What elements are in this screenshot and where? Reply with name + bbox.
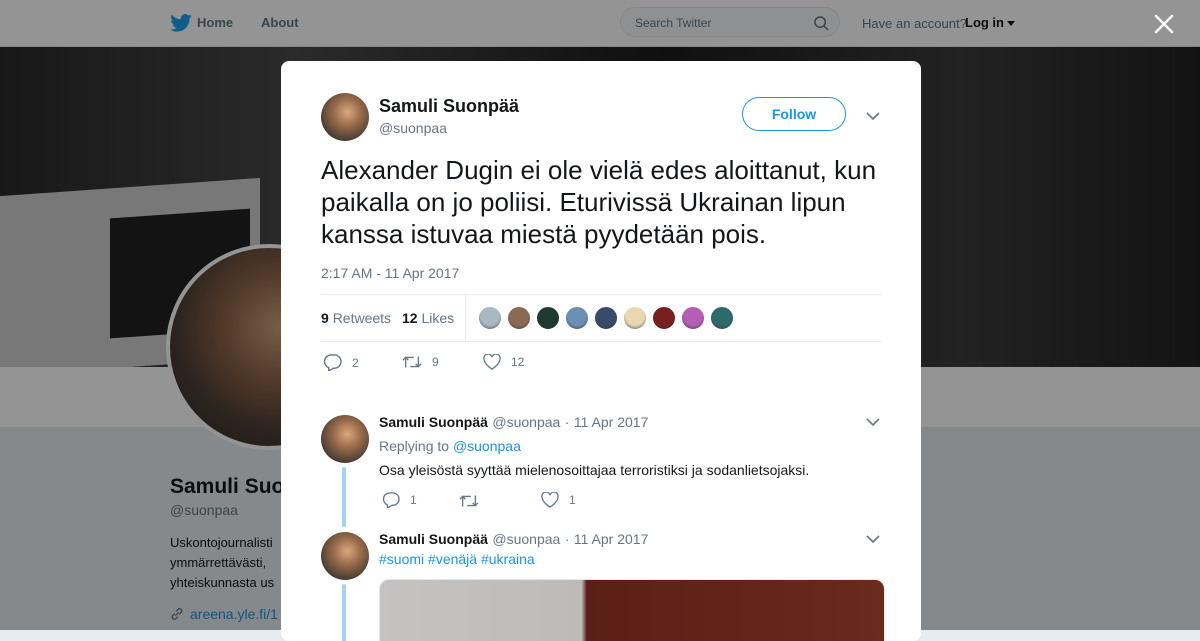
hashtag-link[interactable]: #suomi [379, 551, 424, 567]
reply-date[interactable]: 11 Apr 2017 [574, 531, 648, 547]
retweet-icon [459, 495, 479, 507]
replying-to-label: Replying to [379, 438, 450, 454]
liker-avatar[interactable] [565, 306, 589, 330]
reply-author-handle[interactable]: @suonpaa [492, 414, 560, 430]
liker-avatar[interactable] [507, 306, 531, 330]
tweet-media-image[interactable] [379, 579, 885, 641]
liker-avatar[interactable] [536, 306, 560, 330]
likes-stat[interactable]: 12 Likes [402, 310, 454, 326]
thread-line [342, 467, 346, 527]
reply-count: 2 [352, 355, 359, 370]
reply-action[interactable]: 1 [382, 492, 417, 508]
liker-avatar[interactable] [594, 306, 618, 330]
reply-author-name[interactable]: Samuli Suonpää [379, 414, 488, 430]
reply-icon [323, 354, 342, 371]
replying-to-link[interactable]: @suonpaa [453, 438, 521, 454]
reply-header: Samuli Suonpää @suonpaa · 11 Apr 2017 [379, 414, 649, 430]
reply-author-handle[interactable]: @suonpaa [492, 531, 560, 547]
tweet-text: Alexander Dugin ei ole vielä edes aloitt… [321, 155, 877, 249]
reply-count: 1 [410, 493, 417, 507]
retweet-count: 9 [432, 355, 439, 369]
follow-button[interactable]: Follow [742, 97, 846, 131]
author-name[interactable]: Samuli Suonpää [379, 96, 519, 117]
hashtag-link[interactable]: #ukraina [481, 551, 535, 567]
reply-author-name[interactable]: Samuli Suonpää [379, 531, 488, 547]
chevron-down-icon[interactable] [866, 111, 880, 121]
reply-header: Samuli Suonpää @suonpaa · 11 Apr 2017 [379, 531, 649, 547]
chevron-down-icon[interactable] [866, 534, 880, 544]
liker-avatar[interactable] [710, 306, 734, 330]
like-count: 1 [569, 493, 576, 507]
heart-icon [483, 354, 501, 370]
divider [321, 341, 881, 342]
author-avatar[interactable] [321, 93, 369, 141]
author-handle[interactable]: @suonpaa [379, 120, 447, 136]
heart-icon [541, 492, 559, 508]
chevron-down-icon[interactable] [866, 417, 880, 427]
retweet-action[interactable] [459, 493, 489, 509]
stats-divider [465, 295, 466, 341]
replying-to: Replying to @suonpaa [379, 438, 521, 454]
reply-date[interactable]: 11 Apr 2017 [574, 414, 648, 430]
liker-avatar[interactable] [478, 306, 502, 330]
reply-action[interactable]: 2 [323, 354, 359, 371]
divider [321, 294, 881, 295]
tweet-timestamp[interactable]: 2:17 AM - 11 Apr 2017 [321, 265, 459, 281]
liker-avatar[interactable] [681, 306, 705, 330]
hashtag-link[interactable]: #venäjä [428, 551, 477, 567]
like-action[interactable]: 12 [483, 354, 524, 370]
reply-avatar[interactable] [321, 532, 369, 580]
close-icon[interactable] [1154, 12, 1174, 38]
retweet-icon [402, 356, 422, 368]
liker-avatar[interactable] [652, 306, 676, 330]
thread-line [342, 584, 346, 641]
like-count: 12 [511, 355, 525, 369]
retweets-stat[interactable]: 9 Retweets [321, 310, 391, 326]
reply-avatar[interactable] [321, 415, 369, 463]
like-action[interactable]: 1 [541, 492, 576, 508]
retweet-action[interactable]: 9 [402, 354, 439, 370]
reply-text: Osa yleisöstä syyttää mielenosoittajaa t… [379, 462, 810, 478]
hashtags: #suomi #venäjä #ukraina [379, 551, 535, 567]
reply-icon [382, 492, 400, 508]
tweet-modal: Samuli Suonpää @suonpaa Follow Alexander… [281, 61, 921, 641]
liker-avatar[interactable] [623, 306, 647, 330]
